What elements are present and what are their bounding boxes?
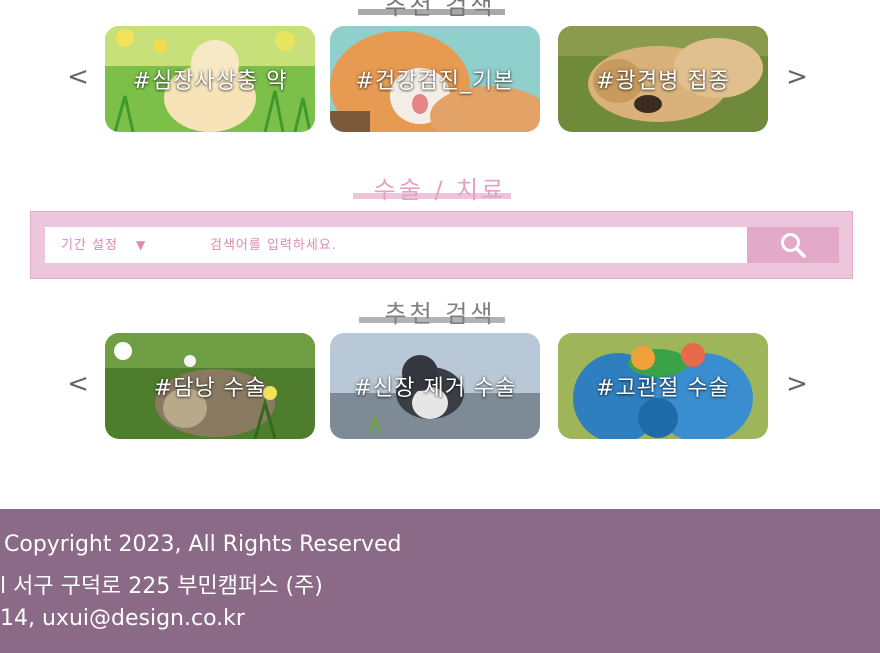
card-kidney[interactable]: #신장 제거 수술 bbox=[330, 333, 540, 439]
card-label: #담낭 수술 bbox=[153, 376, 267, 401]
search-button[interactable] bbox=[747, 227, 839, 263]
caret-down-icon: ▼ bbox=[135, 238, 147, 252]
card-label: #심장사상충 약 bbox=[132, 69, 288, 94]
card-label: #고관절 수술 bbox=[596, 376, 730, 401]
carousel-prev-button[interactable]: < bbox=[66, 62, 90, 92]
card-checkup[interactable]: #건강검진_기본 bbox=[330, 26, 540, 132]
recommend-section-title: 추천 검색 bbox=[384, 300, 496, 328]
card-gallbladder[interactable]: #담낭 수술 bbox=[105, 333, 315, 439]
footer-address: l 서구 구덕로 225 부민캠퍼스 (주) bbox=[0, 574, 323, 599]
carousel-next-button[interactable]: > bbox=[785, 62, 809, 92]
period-select-label: 기간 설정 bbox=[61, 238, 118, 253]
search-bar: 기간 설정 ▼ bbox=[30, 211, 853, 279]
card-heartworm[interactable]: #심장사상충 약 bbox=[105, 26, 315, 132]
card-hip[interactable]: #고관절 수술 bbox=[558, 333, 768, 439]
search-field-wrapper: 기간 설정 ▼ bbox=[45, 227, 748, 263]
card-label: #건강검진_기본 bbox=[355, 69, 515, 94]
search-icon bbox=[781, 233, 806, 258]
card-label: #광견병 접종 bbox=[596, 69, 730, 94]
surgery-section-title: 수술 / 치료 bbox=[373, 176, 507, 204]
card-rabies[interactable]: #광견병 접종 bbox=[558, 26, 768, 132]
footer-copyright: Copyright 2023, All Rights Reserved bbox=[4, 532, 402, 557]
carousel-prev-button[interactable]: < bbox=[66, 369, 90, 399]
footer: Copyright 2023, All Rights Reserved l 서구… bbox=[0, 509, 880, 653]
period-select[interactable]: 기간 설정 ▼ bbox=[61, 227, 146, 263]
top-section-title: 추천 검색 bbox=[384, 0, 496, 20]
card-label: #신장 제거 수술 bbox=[353, 376, 517, 401]
search-input[interactable] bbox=[210, 231, 730, 259]
carousel-next-button[interactable]: > bbox=[785, 369, 809, 399]
footer-contact: 14, uxui@design.co.kr bbox=[0, 606, 245, 631]
